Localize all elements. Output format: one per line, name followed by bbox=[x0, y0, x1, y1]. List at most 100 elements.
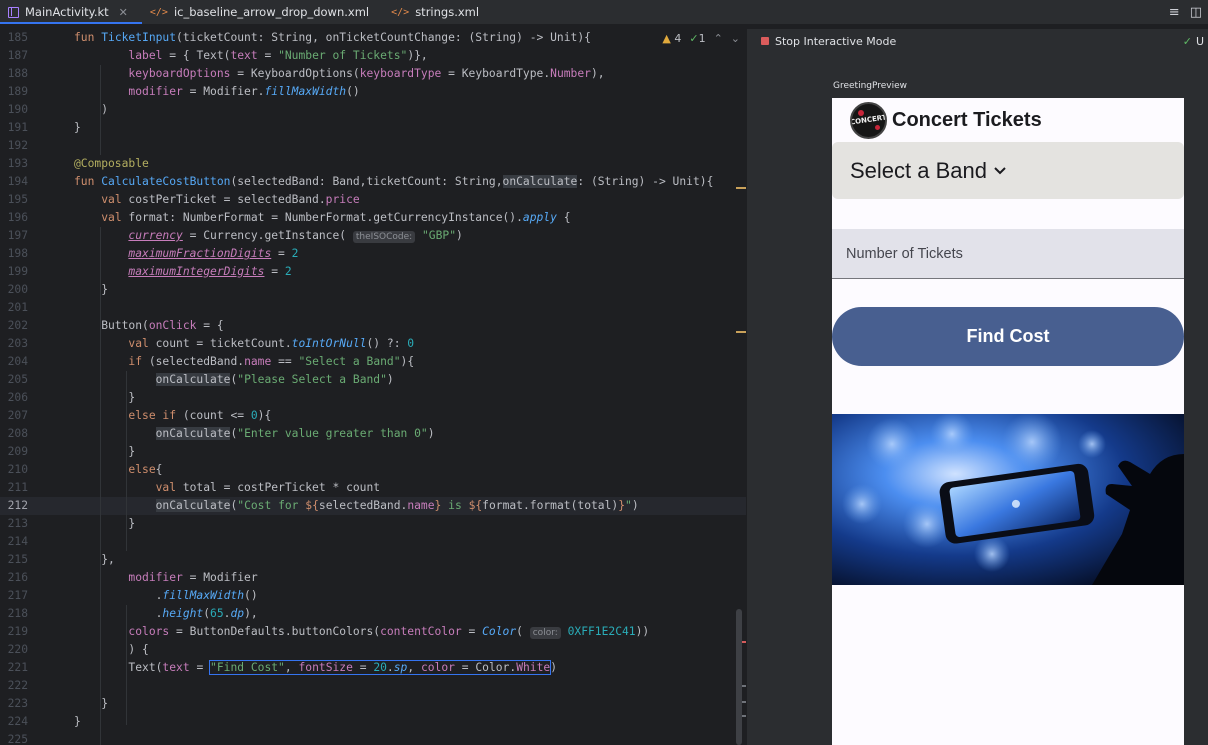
code-line[interactable]: 191} bbox=[0, 119, 746, 137]
code-text: } bbox=[74, 715, 81, 728]
tab-strings-xml[interactable]: </> strings.xml bbox=[383, 0, 493, 24]
code-text: else if (count <= 0){ bbox=[128, 409, 272, 422]
tickets-input[interactable]: Number of Tickets bbox=[832, 229, 1184, 279]
close-icon[interactable]: ✕ bbox=[119, 6, 128, 19]
code-line[interactable]: 219 colors = ButtonDefaults.buttonColors… bbox=[0, 623, 746, 641]
line-number: 204 bbox=[7, 355, 28, 368]
code-text: else{ bbox=[128, 463, 163, 476]
code-line[interactable]: 189 modifier = Modifier.fillMaxWidth() bbox=[0, 83, 746, 101]
line-number: 222 bbox=[7, 679, 28, 692]
code-line[interactable]: 202 Button(onClick = { bbox=[0, 317, 746, 335]
code-line[interactable]: 200 } bbox=[0, 281, 746, 299]
find-cost-button[interactable]: Find Cost bbox=[832, 307, 1184, 366]
code-line[interactable]: 203 val count = ticketCount.toIntOrNull(… bbox=[0, 335, 746, 353]
code-line[interactable]: 222 bbox=[0, 677, 746, 695]
tab-arrow-drop-down-xml[interactable]: </> ic_baseline_arrow_drop_down.xml bbox=[142, 0, 383, 24]
code-line[interactable]: 206 } bbox=[0, 389, 746, 407]
line-number: 219 bbox=[7, 625, 28, 638]
code-line[interactable]: 208 onCalculate("Enter value greater tha… bbox=[0, 425, 746, 443]
tab-label: MainActivity.kt bbox=[25, 5, 109, 19]
line-number: 221 bbox=[7, 661, 28, 674]
code-line[interactable]: 190 ) bbox=[0, 101, 746, 119]
line-number: 205 bbox=[7, 373, 28, 386]
kotlin-file-icon bbox=[8, 6, 19, 18]
code-line[interactable]: 223 } bbox=[0, 695, 746, 713]
code-line[interactable]: 194 fun CalculateCostButton(selectedBand:… bbox=[0, 173, 746, 191]
line-number: 208 bbox=[7, 427, 28, 440]
code-line[interactable]: 204 if (selectedBand.name == "Select a B… bbox=[0, 353, 746, 371]
code-line[interactable]: 197 currency = Currency.getInstance( the… bbox=[0, 227, 746, 245]
code-line[interactable]: 217 .fillMaxWidth() bbox=[0, 587, 746, 605]
code-text: val format: NumberFormat = NumberFormat.… bbox=[101, 211, 571, 224]
line-number: 223 bbox=[7, 697, 28, 710]
compose-preview-pane: Stop Interactive Mode ✓ U GreetingPrevie… bbox=[746, 29, 1208, 745]
code-line[interactable]: 216 modifier = Modifier bbox=[0, 569, 746, 587]
code-text: onCalculate("Cost for ${selectedBand.nam… bbox=[155, 499, 639, 512]
line-number: 201 bbox=[7, 301, 28, 314]
code-line[interactable]: 207 else if (count <= 0){ bbox=[0, 407, 746, 425]
code-line[interactable]: 201 bbox=[0, 299, 746, 317]
xml-file-icon: </> bbox=[391, 6, 410, 18]
code-line[interactable]: 192 bbox=[0, 137, 746, 155]
stop-icon[interactable] bbox=[761, 37, 769, 45]
code-line[interactable]: 213 } bbox=[0, 515, 746, 533]
indent-guide bbox=[100, 65, 101, 155]
code-line[interactable]: 211 val total = costPerTicket * count bbox=[0, 479, 746, 497]
code-text: Button(onClick = { bbox=[74, 319, 224, 332]
code-line[interactable]: 225 bbox=[0, 731, 746, 745]
code-line[interactable]: 220 ) { bbox=[0, 641, 746, 659]
code-editor[interactable]: ▲ 4 ✓1 ⌃ ⌄ 185 fun TicketInput(ticketCoun… bbox=[0, 29, 746, 745]
indent-guide bbox=[126, 605, 127, 725]
code-text: fun CalculateCostButton(selectedBand: Ba… bbox=[74, 175, 714, 188]
code-text: @Composable bbox=[74, 157, 149, 170]
split-view-icon[interactable]: ◫ bbox=[1190, 5, 1202, 20]
band-dropdown-label: Select a Band bbox=[850, 157, 987, 183]
code-text: onCalculate("Enter value greater than 0"… bbox=[155, 427, 435, 440]
line-number: 190 bbox=[7, 103, 28, 116]
preview-status[interactable]: ✓ U bbox=[1183, 35, 1208, 48]
line-number: 210 bbox=[7, 463, 28, 476]
code-line[interactable]: 185 fun TicketInput(ticketCount: String, … bbox=[0, 29, 746, 47]
code-text: modifier = Modifier.fillMaxWidth() bbox=[128, 85, 360, 98]
code-text: }, bbox=[74, 553, 115, 566]
code-text: currency = Currency.getInstance( theISOC… bbox=[128, 229, 463, 243]
band-dropdown[interactable]: Select a Band bbox=[832, 142, 1184, 199]
code-line[interactable]: 205 onCalculate("Please Select a Band") bbox=[0, 371, 746, 389]
code-line[interactable]: 210 else{ bbox=[0, 461, 746, 479]
code-line[interactable]: 187 label = { Text(text = "Number of Tic… bbox=[0, 47, 746, 65]
warning-marker bbox=[736, 331, 746, 333]
preview-toolbar: Stop Interactive Mode ✓ U bbox=[747, 29, 1208, 53]
concert-logo: CONCERT bbox=[850, 101, 887, 139]
line-number: 215 bbox=[7, 553, 28, 566]
tab-main-activity[interactable]: MainActivity.kt ✕ bbox=[0, 0, 142, 24]
editor-scrollbar[interactable] bbox=[736, 609, 742, 745]
line-number: 211 bbox=[7, 481, 28, 494]
code-line[interactable]: 209 } bbox=[0, 443, 746, 461]
code-line[interactable]: 188 keyboardOptions = KeyboardOptions(ke… bbox=[0, 65, 746, 83]
code-line[interactable]: 215 }, bbox=[0, 551, 746, 569]
code-line[interactable]: 195 val costPerTicket = selectedBand.pri… bbox=[0, 191, 746, 209]
code-line[interactable]: 224} bbox=[0, 713, 746, 731]
menu-icon[interactable]: ≡ bbox=[1169, 5, 1180, 20]
code-text: colors = ButtonDefaults.buttonColors(con… bbox=[128, 625, 650, 639]
code-text: } bbox=[74, 697, 109, 710]
stop-interactive-mode-button[interactable]: Stop Interactive Mode bbox=[775, 35, 896, 48]
code-line[interactable]: 218 .height(65.dp), bbox=[0, 605, 746, 623]
code-line[interactable]: 214 bbox=[0, 533, 746, 551]
line-number: 199 bbox=[7, 265, 28, 278]
device-preview: CONCERT Concert Tickets Select a Band Nu… bbox=[832, 98, 1184, 745]
code-text: } bbox=[74, 283, 109, 296]
code-line[interactable]: 221 Text(text = "Find Cost", fontSize = … bbox=[0, 659, 746, 677]
line-number: 200 bbox=[7, 283, 28, 296]
code-text: } bbox=[74, 121, 81, 134]
code-line[interactable]: 198 maximumFractionDigits = 2 bbox=[0, 245, 746, 263]
line-number: 187 bbox=[7, 49, 28, 62]
code-text: Text(text = "Find Cost", fontSize = 20.s… bbox=[74, 660, 558, 675]
concert-image bbox=[832, 414, 1184, 585]
code-text: onCalculate("Please Select a Band") bbox=[155, 373, 394, 386]
code-line[interactable]: 196 val format: NumberFormat = NumberFor… bbox=[0, 209, 746, 227]
indent-guide bbox=[100, 227, 101, 745]
code-line[interactable]: 193 @Composable bbox=[0, 155, 746, 173]
code-line[interactable]: 212 onCalculate("Cost for ${selectedBand… bbox=[0, 497, 746, 515]
code-line[interactable]: 199 maximumIntegerDigits = 2 bbox=[0, 263, 746, 281]
